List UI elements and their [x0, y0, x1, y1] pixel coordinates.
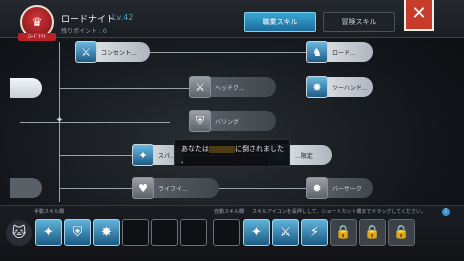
skill-node[interactable]: ♞ ロード...	[306, 41, 373, 63]
drag-hint: スキルアイコンを長押しして、ショートカット欄までドラッグしてください。	[252, 209, 427, 215]
skill-name: ヘッドク...	[215, 84, 245, 92]
manual-slot-empty[interactable]	[151, 219, 178, 246]
skill-screen: ♛ ﾛｰﾄﾞﾅｲﾄ ロードナイト Lv.42 残りポイント : 0 職業スキル …	[0, 0, 464, 261]
auto-skill-label: 自動スキル欄	[214, 209, 245, 215]
skill-name: ロード...	[332, 49, 356, 57]
auto-slot[interactable]: ⚡	[301, 219, 328, 246]
enemy-name-redacted	[209, 145, 235, 153]
header-bar: ♛ ﾛｰﾄﾞﾅｲﾄ ロードナイト Lv.42 残りポイント : 0 職業スキル …	[0, 0, 464, 41]
skill-c-icon: ✸	[101, 225, 112, 240]
auto-slot-locked[interactable]: 🔒	[330, 219, 357, 246]
skill-node[interactable]: ✹ バーサーク	[306, 177, 373, 199]
lock-icon: 🔒	[335, 225, 352, 240]
manual-slot[interactable]: ✸	[93, 219, 120, 246]
level-text: Lv.42	[112, 13, 134, 22]
skill-node[interactable]: ⚔ ヘッドク...	[189, 76, 276, 98]
spear-icon: ⚔	[75, 41, 97, 63]
skill-name: コンセント...	[101, 49, 137, 57]
skill-node[interactable]: ⛨ バリング	[189, 110, 276, 132]
defeat-notification: あなたは に倒されました 。	[174, 139, 290, 167]
info-icon[interactable]: i	[442, 208, 450, 216]
manual-slot[interactable]: ⛨	[64, 219, 91, 246]
tab-adventure-skills[interactable]: 冒険スキル	[323, 12, 395, 32]
skill-name: バリング	[215, 118, 240, 126]
auto-slot[interactable]: ⚔	[272, 219, 299, 246]
tree-line	[20, 122, 170, 123]
skill-name: ツーハンド...	[332, 84, 368, 92]
tab-job-skills[interactable]: 職業スキル	[244, 12, 316, 32]
wind-icon: ✦	[132, 144, 154, 166]
manual-slot[interactable]: ✦	[35, 219, 62, 246]
manual-slot-empty[interactable]	[180, 219, 207, 246]
tree-start-cap	[10, 78, 42, 98]
skill-e-icon: ⚔	[279, 225, 292, 240]
burst-icon: ✸	[306, 76, 328, 98]
toast-line1: あなたは に倒されました	[181, 144, 284, 154]
skill-name: ...限定	[295, 152, 313, 160]
toast-line2: 。	[181, 158, 188, 165]
points-value: 0	[102, 28, 107, 35]
auto-slot[interactable]: ✦	[243, 219, 270, 246]
skill-node[interactable]: ⚔ コンセント...	[75, 41, 150, 63]
manual-slot-empty[interactable]	[213, 219, 240, 246]
skill-d-icon: ✦	[251, 225, 262, 240]
skill-name: バーサーク	[332, 185, 362, 193]
skill-name: ライフイ...	[158, 185, 188, 193]
auto-slot-locked[interactable]: 🔒	[359, 219, 386, 246]
tree-junction-icon: ✦	[55, 115, 64, 126]
slash-icon: ⚔	[189, 76, 211, 98]
skill-b-icon: ⛨	[72, 225, 83, 240]
skill-node[interactable]: ♥ ライフイ...	[132, 177, 219, 199]
lock-icon: 🔒	[393, 225, 410, 240]
lock-icon: 🔒	[364, 225, 381, 240]
close-icon[interactable]: ✕	[404, 0, 434, 31]
toast-prefix: あなたは	[181, 145, 209, 153]
skill-points: 残りポイント : 0	[61, 26, 107, 35]
skill-a-icon: ✦	[43, 225, 54, 240]
life-icon: ♥	[132, 177, 154, 199]
crest-tag: ﾛｰﾄﾞﾅｲﾄ	[18, 33, 56, 41]
toast-suffix: に倒されました	[235, 145, 284, 153]
tree-line	[60, 88, 200, 89]
berserk-icon: ✹	[306, 177, 328, 199]
auto-slot-locked[interactable]: 🔒	[388, 219, 415, 246]
points-label: 残りポイント	[61, 28, 98, 35]
shield-icon: ⛨	[189, 110, 211, 132]
manual-skill-label: 手動スキル欄	[34, 209, 65, 215]
manual-slot-empty[interactable]	[122, 219, 149, 246]
job-name: ロードナイト	[61, 15, 116, 25]
skill-f-icon: ⚡	[309, 225, 320, 240]
skill-node[interactable]: ✸ ツーハンド...	[306, 76, 373, 98]
tree-start-cap	[10, 178, 42, 198]
cat-icon[interactable]: 🐱	[6, 220, 32, 246]
knight-icon: ♞	[306, 41, 328, 63]
